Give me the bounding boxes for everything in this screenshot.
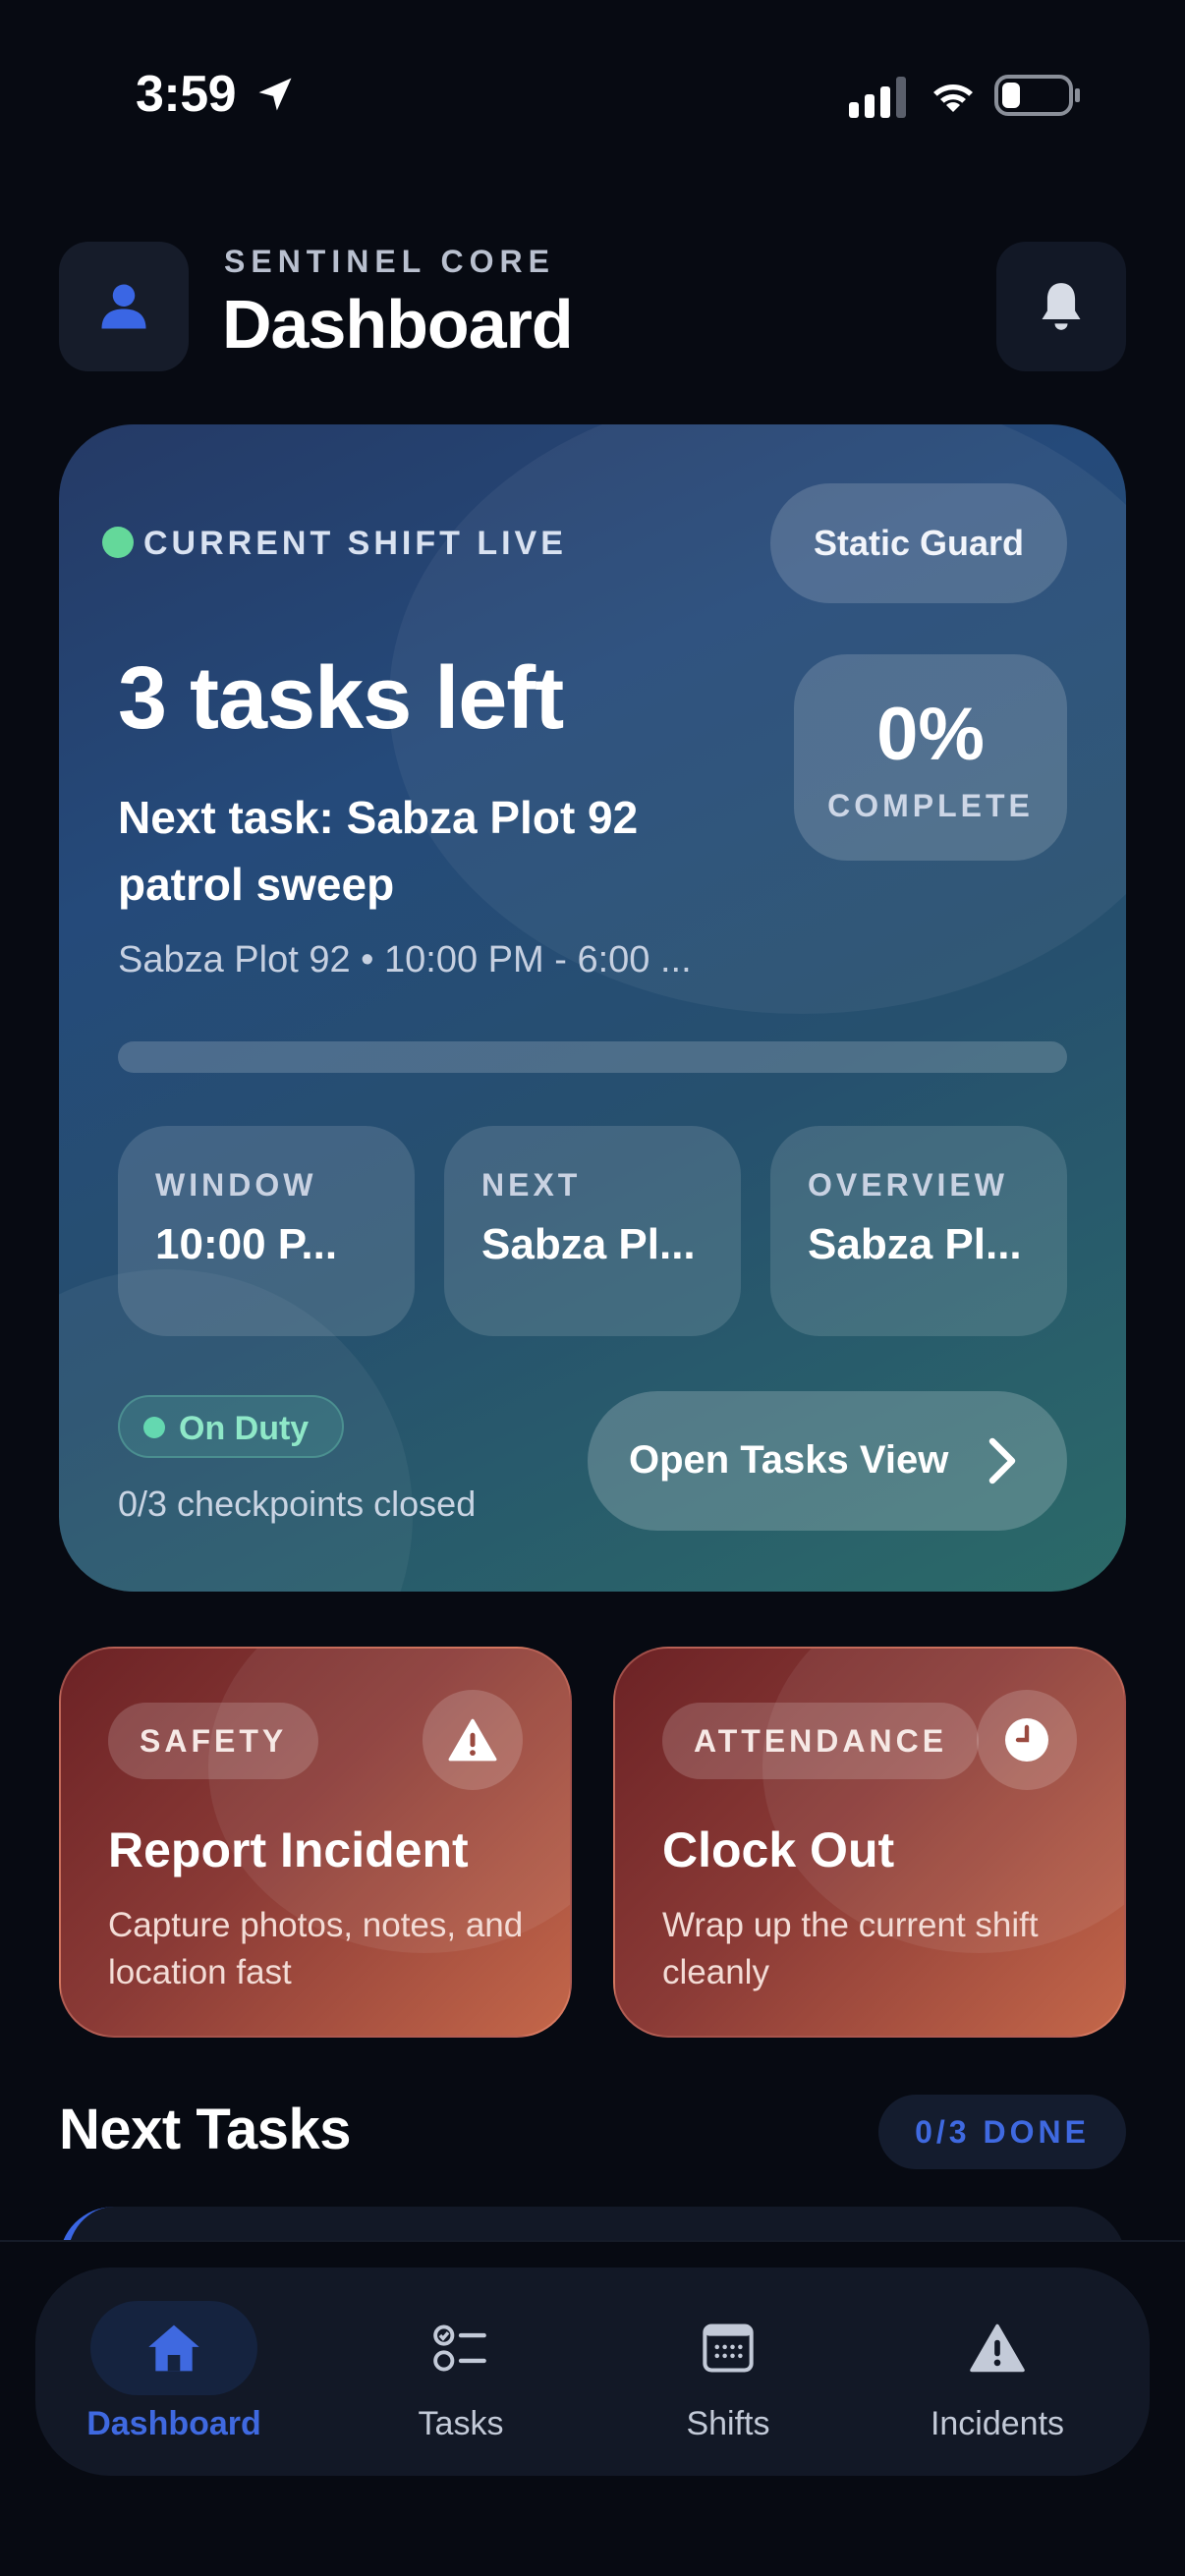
person-icon	[101, 284, 146, 329]
next-tasks-heading: Next Tasks	[59, 2098, 351, 2161]
clock-icon	[977, 1690, 1077, 1790]
stat-label: OVERVIEW	[808, 1167, 1008, 1203]
tab-bar-divider	[0, 2240, 1185, 2242]
cellular-signal-icon	[849, 77, 906, 118]
next-task-title: Next task: Sabza Plot 92 patrol sweep	[118, 792, 639, 910]
stat-overview[interactable]: OVERVIEW Sabza Pl...	[770, 1126, 1067, 1336]
action-title: Clock Out	[662, 1822, 895, 1877]
tab-shifts[interactable]: Shifts	[595, 2268, 861, 2476]
open-tasks-view-button[interactable]: Open Tasks View	[588, 1391, 1067, 1531]
bell-icon	[1042, 283, 1081, 330]
duty-status-label: On Duty	[179, 1410, 310, 1447]
action-category-chip: SAFETY	[108, 1703, 319, 1779]
profile-button[interactable]	[59, 242, 189, 371]
shift-live-label: CURRENT SHIFT LIVE	[143, 525, 567, 562]
home-icon	[90, 2301, 257, 2395]
tab-label: Dashboard	[86, 2405, 261, 2442]
checklist-icon	[377, 2301, 544, 2395]
tasks-done-badge: 0/3 DONE	[878, 2095, 1126, 2169]
action-category-chip: ATTENDANCE	[662, 1703, 980, 1779]
action-description: Wrap up the current shift cleanly	[662, 1906, 1039, 1991]
brand-label: SENTINEL CORE	[224, 244, 555, 279]
tab-label: Tasks	[418, 2405, 504, 2442]
stat-value: Sabza Pl...	[808, 1220, 1022, 1268]
shift-progress-bar	[118, 1041, 1067, 1073]
completion-label: COMPLETE	[827, 788, 1034, 823]
stat-value: 10:00 P...	[155, 1220, 338, 1268]
battery-icon	[994, 75, 1080, 116]
report-incident-card[interactable]: SAFETY Report Incident Capture photos, n…	[59, 1647, 572, 2038]
completion-box: 0% COMPLETE	[794, 654, 1067, 861]
stat-label: NEXT	[481, 1167, 582, 1203]
open-tasks-view-label: Open Tasks View	[629, 1438, 949, 1482]
current-shift-card: CURRENT SHIFT LIVE Static Guard 3 tasks …	[59, 424, 1126, 1592]
tab-label: Shifts	[686, 2405, 770, 2442]
checkpoints-summary: 0/3 checkpoints closed	[118, 1484, 477, 1524]
role-badge: Static Guard	[770, 483, 1067, 603]
tab-tasks[interactable]: Tasks	[328, 2268, 593, 2476]
stat-next[interactable]: NEXT Sabza Pl...	[444, 1126, 741, 1336]
live-indicator-dot	[102, 527, 134, 558]
tasks-left-count: 3 tasks left	[118, 649, 564, 748]
tab-incidents[interactable]: Incidents	[865, 2268, 1130, 2476]
location-arrow-icon	[258, 78, 292, 111]
tab-dashboard[interactable]: Dashboard	[41, 2268, 307, 2476]
clock-out-card[interactable]: ATTENDANCE Clock Out Wrap up the current…	[613, 1647, 1126, 2038]
warning-icon	[423, 1690, 523, 1790]
bottom-tab-bar: Dashboard Tasks Shifts Incidents	[35, 2268, 1150, 2476]
action-title: Report Incident	[108, 1822, 469, 1877]
wifi-icon	[933, 84, 973, 112]
stat-window[interactable]: WINDOW 10:00 P...	[118, 1126, 415, 1336]
status-time: 3:59	[136, 66, 237, 123]
action-description: Capture photos, notes, and location fast	[108, 1906, 524, 1991]
chevron-right-icon	[988, 1437, 1016, 1484]
stat-value: Sabza Pl...	[481, 1220, 696, 1268]
stat-label: WINDOW	[155, 1167, 317, 1203]
tab-label: Incidents	[930, 2405, 1065, 2442]
calendar-icon	[645, 2301, 812, 2395]
duty-status-badge: On Duty	[118, 1395, 344, 1458]
notifications-button[interactable]	[996, 242, 1126, 371]
warning-icon	[914, 2301, 1081, 2395]
page-title: Dashboard	[222, 286, 574, 363]
next-task-meta: Sabza Plot 92 • 10:00 PM - 6:00 ...	[118, 939, 692, 980]
duty-status-dot	[143, 1417, 165, 1438]
completion-percent: 0%	[876, 693, 985, 776]
status-bar: 3:59	[0, 0, 1185, 196]
